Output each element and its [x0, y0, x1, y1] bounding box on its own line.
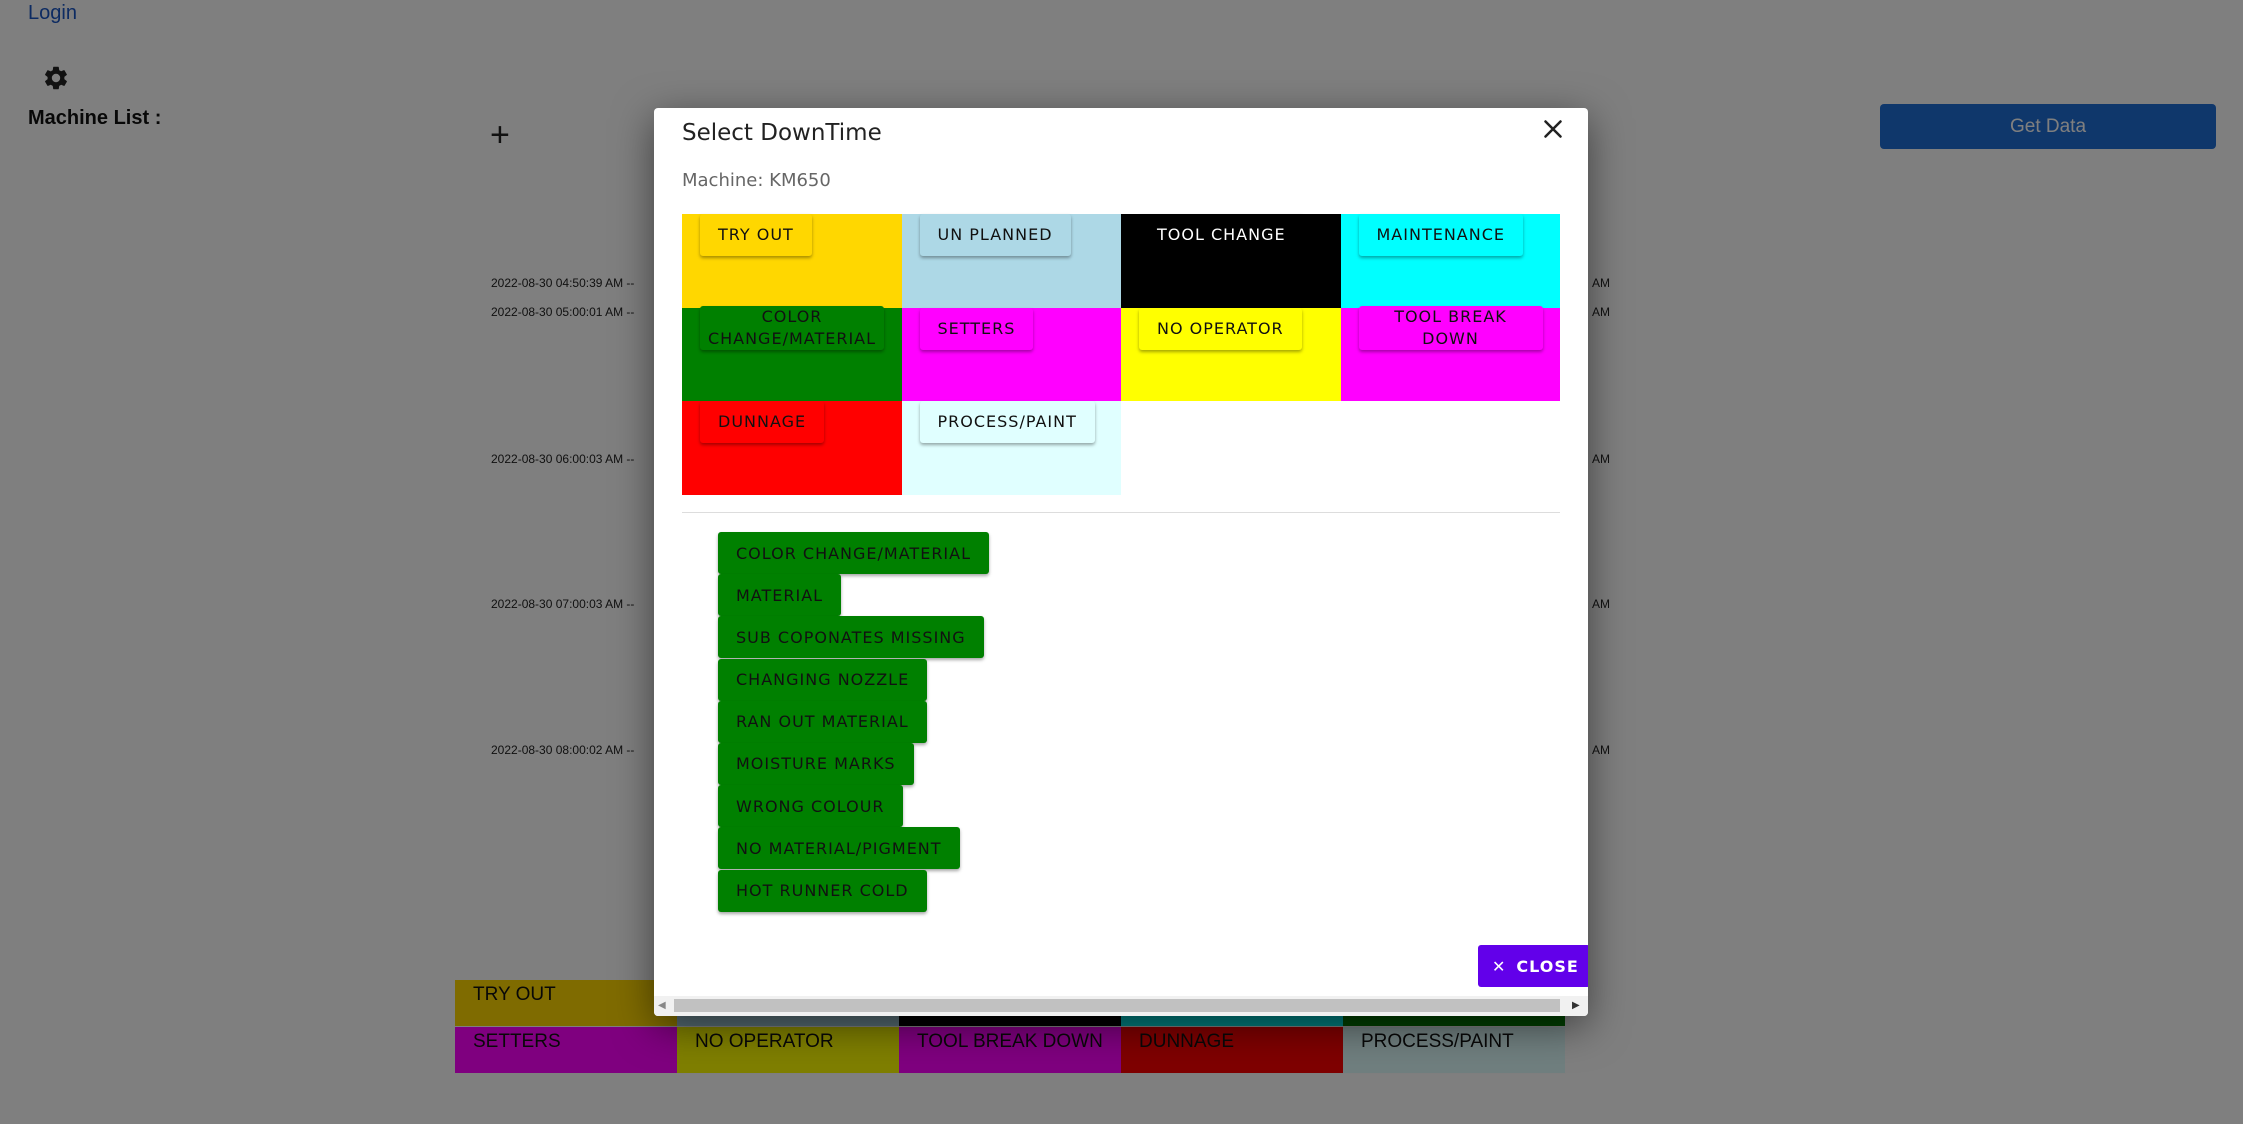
subreason-button[interactable]: NO MATERIAL/PIGMENT	[718, 827, 960, 870]
horizontal-scrollbar[interactable]: ◀ ▶	[654, 996, 1588, 1016]
close-label: CLOSE	[1516, 956, 1579, 976]
close-icon: ✕	[1492, 956, 1507, 976]
subreason-button[interactable]: HOT RUNNER COLD	[718, 869, 927, 912]
category-cell: COLOR CHANGE/MATERIAL	[682, 305, 902, 401]
subreason-button[interactable]: WRONG COLOUR	[718, 785, 903, 828]
category-button-color-change-material[interactable]: COLOR CHANGE/MATERIAL	[700, 305, 884, 350]
downtime-dialog: Select DownTime Machine: KM650 TRY OUT UN…	[654, 108, 1588, 1016]
category-button-tool-break-down[interactable]: TOOL BREAK DOWN	[1358, 305, 1543, 350]
category-cell: NO OPERATOR	[1121, 307, 1341, 401]
subreason-button[interactable]: SUB COPONATES MISSING	[718, 616, 984, 659]
scroll-left-icon[interactable]: ◀	[658, 1000, 666, 1011]
close-icon[interactable]	[1538, 114, 1568, 144]
category-grid: TRY OUT UN PLANNED TOOL CHANGE MAINTENANCE C…	[682, 214, 1560, 495]
category-cell: TOOL BREAK DOWN	[1340, 305, 1560, 401]
category-cell: PROCESS/PAINT	[901, 401, 1121, 495]
category-button-no-operator[interactable]: NO OPERATOR	[1139, 307, 1302, 350]
machine-name: Machine: KM650	[682, 170, 831, 191]
subreason-list: COLOR CHANGE/MATERIAL MATERIAL SUB COPONAT…	[718, 532, 1118, 912]
category-cell: SETTERS	[901, 307, 1121, 401]
subreason-button[interactable]: MATERIAL	[718, 574, 842, 617]
category-cell: DUNNAGE	[682, 401, 902, 495]
divider	[682, 512, 1560, 513]
dialog-title: Select DownTime	[682, 120, 882, 146]
category-cell: TRY OUT	[682, 214, 902, 308]
close-button[interactable]: ✕ CLOSE	[1478, 945, 1588, 987]
subreason-button[interactable]: COLOR CHANGE/MATERIAL	[718, 532, 990, 574]
scroll-right-icon[interactable]: ▶	[1572, 1000, 1580, 1011]
scrollbar-thumb[interactable]	[674, 999, 1560, 1012]
category-button-process-paint[interactable]: PROCESS/PAINT	[919, 401, 1095, 443]
category-button-try-out[interactable]: TRY OUT	[700, 214, 812, 256]
subreason-button[interactable]: MOISTURE MARKS	[718, 742, 914, 785]
category-cell: TOOL CHANGE	[1121, 214, 1341, 308]
category-button-tool-change[interactable]: TOOL CHANGE	[1139, 214, 1304, 256]
category-button-maintenance[interactable]: MAINTENANCE	[1358, 214, 1523, 256]
category-button-setters[interactable]: SETTERS	[919, 307, 1034, 350]
category-cell: MAINTENANCE	[1340, 214, 1560, 308]
subreason-button[interactable]: CHANGING NOZZLE	[718, 658, 928, 701]
category-button-dunnage[interactable]: DUNNAGE	[700, 401, 825, 443]
subreason-button[interactable]: RAN OUT MATERIAL	[718, 700, 927, 743]
category-button-un-planned[interactable]: UN PLANNED	[919, 214, 1071, 256]
category-cell: UN PLANNED	[901, 214, 1121, 308]
